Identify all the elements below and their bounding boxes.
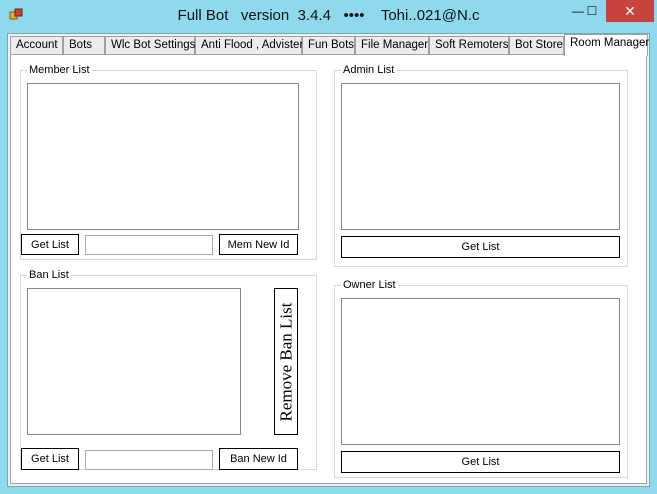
- remove-ban-list-label: Remove Ban List: [276, 302, 296, 421]
- room-manager-page: Member List Get List Mem New Id Ban List…: [10, 54, 647, 484]
- window-title: Full Bot version 3.4.4 •••• Tohi..021@N.…: [177, 7, 480, 24]
- admin-listbox[interactable]: [341, 83, 620, 230]
- tab-account[interactable]: Account: [10, 36, 63, 54]
- close-button[interactable]: ✕: [606, 0, 654, 22]
- remove-ban-list-button[interactable]: Remove Ban List: [274, 288, 298, 435]
- admin-get-list-button[interactable]: Get List: [341, 236, 620, 258]
- ban-list-title: Ban List: [27, 268, 71, 282]
- tab-room-manager[interactable]: Room Manager: [564, 34, 649, 56]
- maximize-icon: ☐: [586, 4, 598, 18]
- admin-list-title: Admin List: [341, 63, 397, 77]
- member-get-list-button[interactable]: Get List: [21, 234, 79, 255]
- member-list-group: Member List Get List Mem New Id: [20, 63, 317, 260]
- owner-list-group: Owner List Get List: [334, 278, 628, 478]
- member-id-input[interactable]: [85, 235, 213, 255]
- ban-get-list-button[interactable]: Get List: [21, 448, 79, 470]
- owner-listbox[interactable]: [341, 298, 620, 445]
- owner-list-title: Owner List: [341, 278, 398, 292]
- title-bar[interactable]: Full Bot version 3.4.4 •••• Tohi..021@N.…: [0, 0, 657, 30]
- ban-list-group: Ban List Remove Ban List Get List Ban Ne…: [20, 268, 317, 470]
- mem-new-id-button[interactable]: Mem New Id: [219, 234, 298, 255]
- owner-get-list-button[interactable]: Get List: [341, 451, 620, 473]
- admin-list-group: Admin List Get List: [334, 63, 628, 267]
- tab-file-manager[interactable]: File Manager: [355, 36, 429, 54]
- tab-anti-flood[interactable]: Anti Flood , Advister: [195, 36, 303, 54]
- tab-strip: Account Bots Wlc Bot Settings Anti Flood…: [8, 34, 649, 56]
- client-area: Account Bots Wlc Bot Settings Anti Flood…: [7, 33, 650, 487]
- member-list-title: Member List: [27, 63, 92, 77]
- tab-wlc-bot-settings[interactable]: Wlc Bot Settings: [105, 36, 195, 54]
- tab-bots[interactable]: Bots: [63, 36, 105, 54]
- ban-new-id-button[interactable]: Ban New Id: [219, 448, 298, 470]
- close-icon: ✕: [624, 2, 636, 19]
- tab-soft-remoters[interactable]: Soft Remoters: [429, 36, 509, 54]
- maximize-button[interactable]: ☐: [579, 0, 605, 22]
- tab-fun-bots[interactable]: Fun Bots: [302, 36, 355, 54]
- app-window: Full Bot version 3.4.4 •••• Tohi..021@N.…: [0, 0, 657, 494]
- member-listbox[interactable]: [27, 83, 299, 230]
- tab-bot-store[interactable]: Bot Store: [509, 36, 564, 54]
- ban-listbox[interactable]: [27, 288, 241, 435]
- ban-id-input[interactable]: [85, 450, 213, 470]
